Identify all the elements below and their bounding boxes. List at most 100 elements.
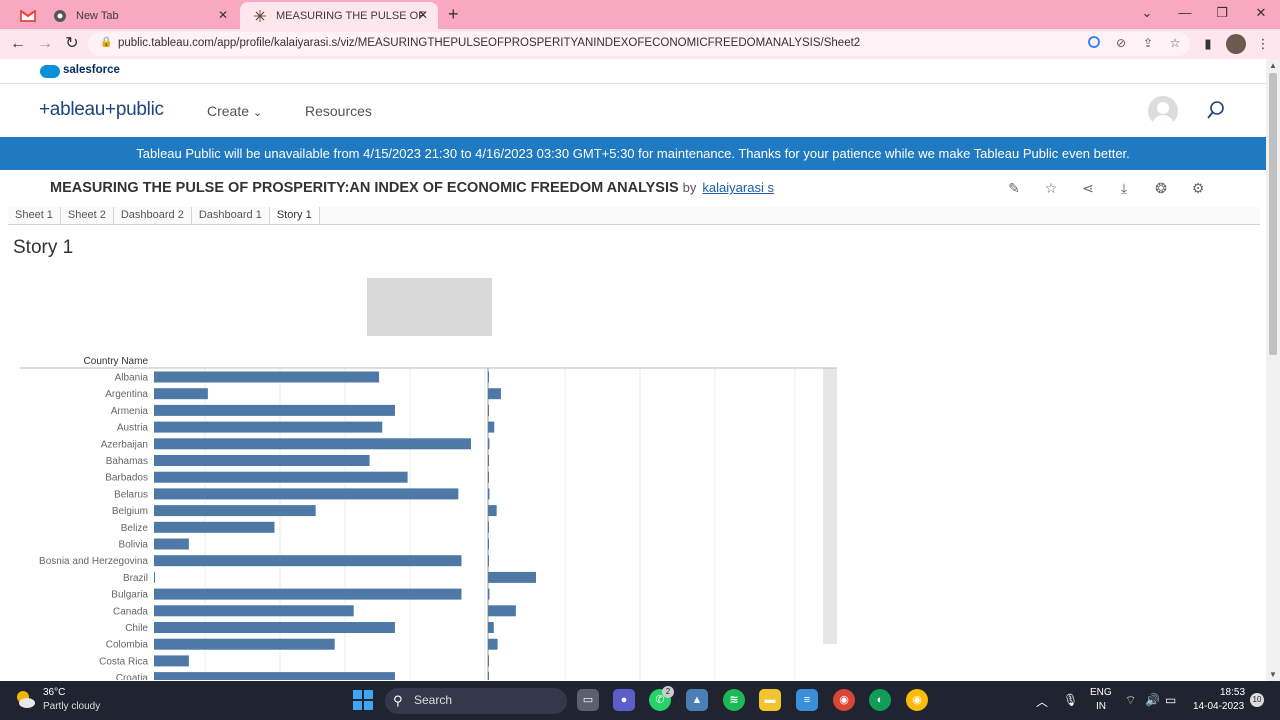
settings-gear-icon[interactable]: ⚙ <box>1189 179 1207 197</box>
notification-count[interactable]: 10 <box>1250 693 1264 707</box>
side-panel-icon[interactable]: ▮ <box>1200 36 1216 52</box>
tab-active[interactable]: MEASURING THE PULSE OF PROSPERITY:AN IND… <box>240 2 438 29</box>
file-explorer-icon[interactable]: ▬ <box>759 689 781 711</box>
chart-scrollbar[interactable] <box>823 368 837 644</box>
reload-icon[interactable]: ↻ <box>62 34 82 54</box>
bar-series-1[interactable] <box>154 672 395 680</box>
tab-story-1[interactable]: Story 1 <box>269 207 320 224</box>
edge-icon[interactable]: ◐ <box>869 689 891 711</box>
profile-avatar[interactable] <box>1226 34 1246 54</box>
volume-icon[interactable]: 🔊 <box>1145 693 1160 707</box>
bar-series-1[interactable] <box>154 455 370 466</box>
bar-series-1[interactable] <box>154 371 380 383</box>
bar-series-2[interactable] <box>488 421 495 433</box>
bar-series-1[interactable] <box>154 588 462 600</box>
tab-new-tab[interactable]: New Tab ✕ <box>40 2 238 29</box>
photos-icon[interactable]: ▲ <box>686 689 708 711</box>
share-icon[interactable]: ⋖ <box>1079 179 1097 197</box>
language-region[interactable]: IN <box>1096 701 1106 712</box>
scroll-down-icon[interactable]: ▼ <box>1269 670 1277 679</box>
bar-series-2[interactable] <box>488 404 489 416</box>
forward-arrow-icon[interactable]: → <box>35 34 55 54</box>
teams-chat-icon[interactable]: ● <box>613 689 635 711</box>
bar-series-1[interactable] <box>154 622 395 633</box>
bar-series-2[interactable] <box>488 471 489 483</box>
user-avatar[interactable] <box>1148 96 1178 126</box>
microphone-icon[interactable]: 🎙 <box>1063 693 1078 707</box>
bar-series-2[interactable] <box>488 571 536 583</box>
bar-series-1[interactable] <box>154 471 408 483</box>
spotify-icon[interactable]: ≋ <box>723 689 745 711</box>
author-link[interactable]: kalaiyarasi s <box>702 180 774 195</box>
download-icon[interactable]: ⤓ <box>1115 179 1133 197</box>
bar-series-1[interactable] <box>154 521 275 533</box>
windows-start-button[interactable] <box>353 690 373 710</box>
weather-sun-cloud-icon[interactable] <box>14 688 36 710</box>
share-icon[interactable]: ⇪ <box>1140 36 1156 50</box>
bar-series-1[interactable] <box>154 605 354 617</box>
tab-gmail[interactable] <box>8 2 38 29</box>
tab-sheet-2[interactable]: Sheet 2 <box>61 207 114 224</box>
bar-series-1[interactable] <box>154 555 462 567</box>
minimize-icon[interactable]: — <box>1175 5 1195 20</box>
task-view-icon[interactable]: ▭ <box>577 689 599 711</box>
clock-date[interactable]: 14-04-2023 <box>1193 701 1244 712</box>
bar-series-2[interactable] <box>488 638 498 650</box>
back-arrow-icon[interactable]: ← <box>8 34 28 54</box>
bar-series-2[interactable] <box>488 505 497 517</box>
bar-series-2[interactable] <box>488 622 494 633</box>
chrome-profile-icon[interactable]: ◉ <box>906 689 928 711</box>
battery-icon[interactable]: ▭ <box>1165 693 1176 707</box>
favorite-star-icon[interactable]: ☆ <box>1042 179 1060 197</box>
bookmark-star-icon[interactable]: ☆ <box>1167 36 1183 50</box>
weather-temperature[interactable]: 36°C <box>43 687 65 698</box>
tab-dashboard-1[interactable]: Dashboard 1 <box>192 207 270 224</box>
bar-series-2[interactable] <box>488 605 516 617</box>
maximize-icon[interactable]: ❐ <box>1212 5 1232 21</box>
close-tab-icon[interactable]: ✕ <box>216 8 230 22</box>
bar-series-2[interactable] <box>488 455 489 466</box>
tab-sheet-1[interactable]: Sheet 1 <box>8 207 61 224</box>
bar-series-2[interactable] <box>488 521 489 533</box>
eye-slash-icon[interactable]: ⊘ <box>1113 36 1129 50</box>
tab-dashboard-2[interactable]: Dashboard 2 <box>114 207 192 224</box>
bar-series-2[interactable] <box>488 388 501 400</box>
language-indicator[interactable]: ENG <box>1090 687 1112 698</box>
badge-icon[interactable]: ❂ <box>1152 179 1170 197</box>
notepad-icon[interactable]: ≡ <box>796 689 818 711</box>
bar-series-1[interactable] <box>154 638 335 650</box>
address-bar[interactable]: 🔒 public.tableau.com/app/profile/kalaiya… <box>88 32 1190 56</box>
bar-series-2[interactable] <box>488 538 489 550</box>
bar-series-1[interactable] <box>154 538 189 550</box>
edit-icon[interactable]: ✎ <box>1005 179 1023 197</box>
nav-resources[interactable]: Resources <box>305 103 372 119</box>
scroll-up-icon[interactable]: ▲ <box>1269 61 1277 70</box>
chrome-icon[interactable]: ◉ <box>833 689 855 711</box>
bar-series-2[interactable] <box>488 438 490 450</box>
bar-series-1[interactable] <box>154 505 316 517</box>
scrollbar-thumb[interactable] <box>1269 73 1277 355</box>
bar-series-2[interactable] <box>488 555 489 567</box>
weather-description[interactable]: Partly cloudy <box>43 701 100 712</box>
story-point-placeholder[interactable] <box>367 278 492 336</box>
bar-series-1[interactable] <box>154 488 459 500</box>
bar-series-2[interactable] <box>488 371 489 383</box>
search-icon[interactable] <box>1206 100 1226 120</box>
nav-create[interactable]: Create ⌄ <box>207 103 262 119</box>
close-window-icon[interactable]: ✕ <box>1251 5 1271 21</box>
tray-chevron-up-icon[interactable]: ︿ <box>1036 693 1048 710</box>
bar-series-1[interactable] <box>154 404 395 416</box>
salesforce-label[interactable]: salesforce <box>63 64 120 76</box>
clock-time[interactable]: 18:53 <box>1220 687 1245 698</box>
page-scrollbar[interactable]: ▲ ▼ <box>1266 59 1280 681</box>
close-tab-icon[interactable]: ✕ <box>416 8 430 22</box>
taskbar-search-box[interactable] <box>385 688 567 714</box>
new-tab-button[interactable]: + <box>448 5 459 23</box>
wifi-icon[interactable]: ⌔ <box>1125 693 1136 708</box>
tableau-public-logo[interactable]: +ableau+public <box>39 99 164 121</box>
bar-series-1[interactable] <box>154 571 155 583</box>
bar-series-1[interactable] <box>154 388 208 400</box>
tab-search-chevron-icon[interactable]: ⌄ <box>1137 5 1157 21</box>
bar-series-1[interactable] <box>154 438 471 450</box>
bar-series-1[interactable] <box>154 655 189 667</box>
